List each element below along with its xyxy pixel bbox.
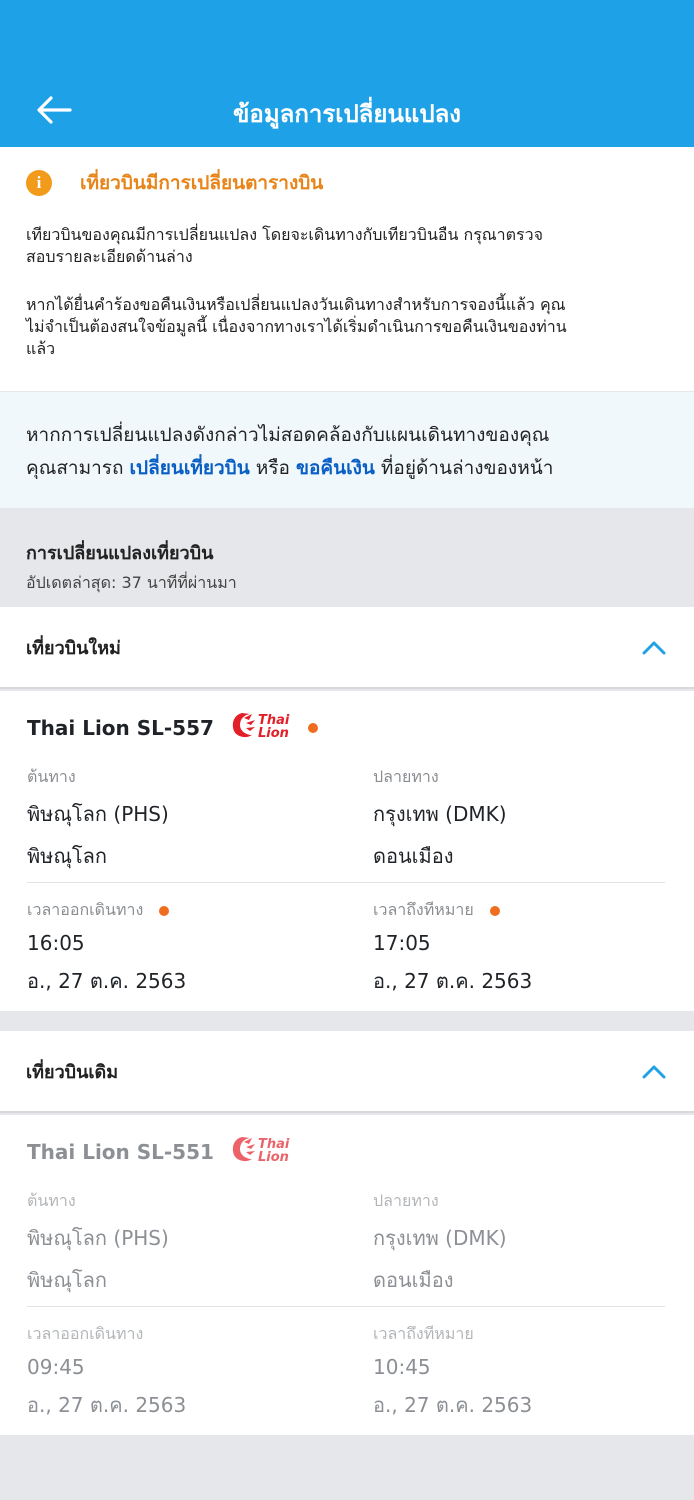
origin-city: พิษณุโลก [27,844,108,868]
notice-paragraph-1: เทียวบินของคุณมีการเปลี่ยนแปลง โดยจะเดิน… [26,224,666,268]
origin-airport: พิษณุโลก (PHS) [27,1226,169,1250]
page-title: ข้อมูลการเปลี่ยนแปลง [233,100,461,128]
svg-text:Lion: Lion [258,726,289,741]
destination-label: ปลายทาง [373,767,439,786]
departure-label: เวลาออกเดินทาง [27,1324,144,1343]
notice-paragraph-1-line-1: เทียวบินของคุณมีการเปลี่ยนแปลง โดยจะเดิน… [26,225,543,244]
changes-title: การเปลี่ยนแปลงเที่ยวบิน [26,543,214,564]
departure-date: อ., 27 ต.ค. 2563 [27,1393,187,1417]
change-indicator-dot [489,905,500,916]
last-updated: อัปเดตล่าสุด: 37 นาทีที่ผ่านมา [26,573,237,592]
thai-lion-logo: Thai Lion [228,709,298,746]
notice-paragraph-2: หากได้ยื่นคำร้องขอคืนเงินหรือเปลี่ยนแปลง… [26,294,666,360]
old-flight-title: เที่ยวบินเดิม [26,1061,119,1083]
departure-label: เวลาออกเดินทาง [27,900,144,919]
arrival-label-row: เวลาถึงทีหมาย [373,898,532,923]
arrival-time: 10:45 [373,1355,431,1379]
flight-number: Thai Lion SL-551 [27,1139,214,1164]
flight-number: Thai Lion SL-557 [27,715,214,740]
arrival-date: อ., 27 ต.ค. 2563 [373,969,533,993]
old-departure: เวลาออกเดินทาง 09:45 อ., 27 ต.ค. 2563 [27,1322,186,1421]
new-flight-title: เที่ยวบินใหม่ [26,637,121,659]
advice-box: หากการเปลี่ยนแปลงดังกล่าวไม่สอดคล้องกับแ… [0,392,694,508]
divider [27,882,665,883]
old-arrival: เวลาถึงทีหมาย 10:45 อ., 27 ต.ค. 2563 [373,1322,532,1421]
new-flight-section-header[interactable]: เที่ยวบินใหม่ [0,607,694,689]
notice-title: เที่ยวบินมีการเปลี่ยนตารางบิน [80,172,324,194]
destination-city: ดอนเมือง [373,1268,454,1292]
svg-text:Lion: Lion [258,1150,289,1165]
arrival-label: เวลาถึงทีหมาย [373,900,474,919]
arrival-date: อ., 27 ต.ค. 2563 [373,1393,533,1417]
departure-time: 16:05 [27,931,85,955]
new-destination: ปลายทาง กรุงเทพ (DMK) ดอนเมือง [373,765,507,872]
change-indicator-dot [307,722,318,733]
notice-header: i เที่ยวบินมีการเปลี่ยนตารางบิน [26,168,323,198]
refund-link[interactable]: ขอคืนเงิน [296,457,375,479]
advice-prefix: คุณสามารถ [26,457,130,479]
old-flight-card: Thai Lion SL-551 Thai Lion ต้นทาง พิษณุโ… [0,1115,694,1435]
notice-paragraph-2-line-3: แล้ว [26,339,56,358]
flight-changes-header: การเปลี่ยนแปลงเที่ยวบิน อัปเดตล่าสุด: 37… [0,508,694,607]
change-flight-link[interactable]: เปลี่ยนเที่ยวบิน [130,457,250,479]
thai-lion-logo: Thai Lion [228,1133,298,1170]
departure-date: อ., 27 ต.ค. 2563 [27,969,187,993]
old-origin: ต้นทาง พิษณุโลก (PHS) พิษณุโลก [27,1189,169,1296]
destination-airport: กรุงเทพ (DMK) [373,802,507,826]
new-arrival: เวลาถึงทีหมาย 17:05 อ., 27 ต.ค. 2563 [373,898,532,997]
destination-airport: กรุงเทพ (DMK) [373,1226,507,1250]
old-destination: ปลายทาง กรุงเทพ (DMK) ดอนเมือง [373,1189,507,1296]
arrival-label: เวลาถึงทีหมาย [373,1324,474,1343]
arrival-time: 17:05 [373,931,431,955]
departure-label-row: เวลาออกเดินทาง [27,898,186,923]
chevron-up-icon[interactable] [640,633,668,661]
notice-paragraph-2-line-1: หากได้ยื่นคำร้องขอคืนเงินหรือเปลี่ยนแปลง… [26,295,566,314]
advice-line-2: คุณสามารถ เปลี่ยนเที่ยวบิน หรือ ขอคืนเงิ… [26,452,668,485]
destination-label: ปลายทาง [373,1191,439,1210]
origin-label: ต้นทาง [27,767,76,786]
destination-city: ดอนเมือง [373,844,454,868]
new-departure: เวลาออกเดินทาง 16:05 อ., 27 ต.ค. 2563 [27,898,186,997]
chevron-up-icon[interactable] [640,1057,668,1085]
advice-line-1: หากการเปลี่ยนแปลงดังกล่าวไม่สอดคล้องกับแ… [26,424,550,446]
new-flight-card: Thai Lion SL-557 Thai Lion ต้นทาง พิษณุโ… [0,691,694,1011]
origin-city: พิษณุโลก [27,1268,108,1292]
departure-time: 09:45 [27,1355,85,1379]
new-origin: ต้นทาง พิษณุโลก (PHS) พิษณุโลก [27,765,169,872]
app-header: ข้อมูลการเปลี่ยนแปลง [0,0,694,147]
origin-airport: พิษณุโลก (PHS) [27,802,169,826]
advice-or: หรือ [249,457,296,479]
new-flight-name-row: Thai Lion SL-557 Thai Lion [27,709,318,746]
change-indicator-dot [159,905,170,916]
advice-suffix: ที่อยู่ด้านล่างของหน้า [374,457,554,479]
divider [27,1306,665,1307]
info-icon: i [26,170,52,196]
notice-paragraph-2-line-2: ไม่จำเป็นต้องสนใจข้อมูลนี้ เนื่องจากทางเ… [26,317,567,336]
old-flight-name-row: Thai Lion SL-551 Thai Lion [27,1133,298,1170]
old-flight-section-header[interactable]: เที่ยวบินเดิม [0,1031,694,1113]
notice-paragraph-1-line-2: สอบรายละเอียดด้านล่าง [26,247,193,266]
origin-label: ต้นทาง [27,1191,76,1210]
